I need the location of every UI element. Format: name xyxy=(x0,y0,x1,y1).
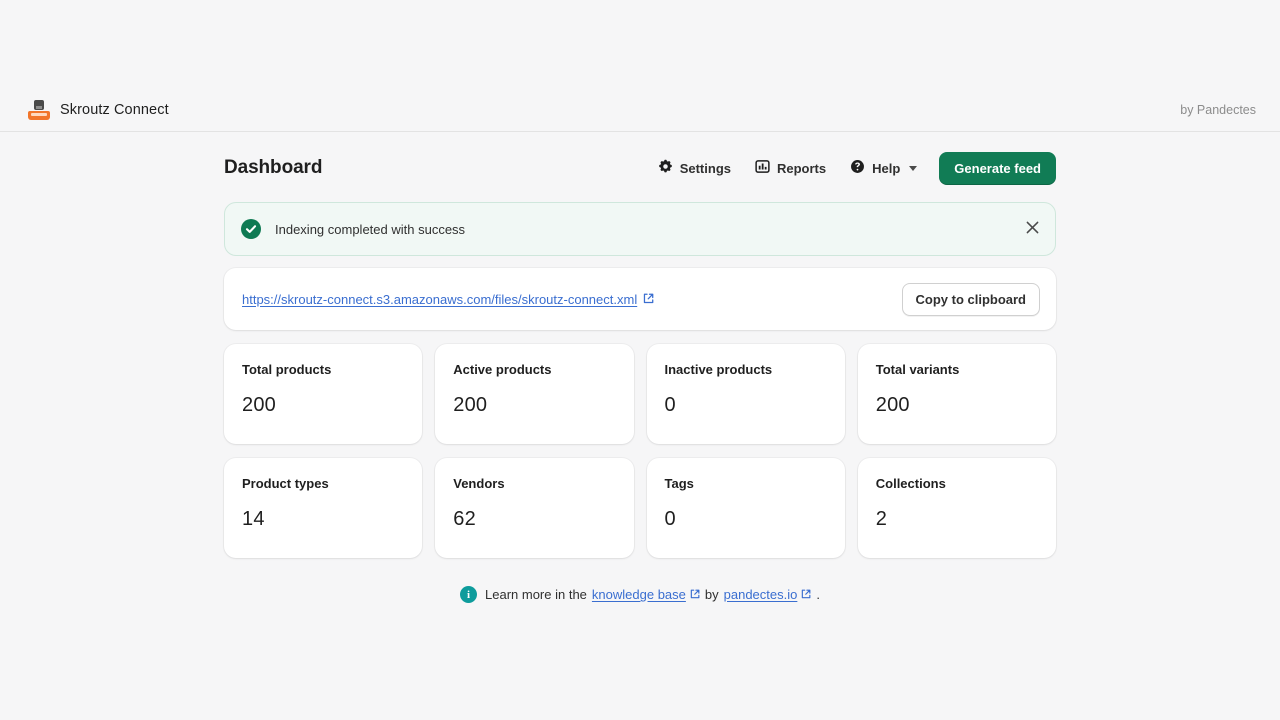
footer-text-before: Learn more in the xyxy=(485,587,587,602)
help-label: Help xyxy=(872,161,900,176)
stat-card-vendors: Vendors 62 xyxy=(435,458,633,558)
stat-value: 0 xyxy=(665,508,827,531)
stat-label: Tags xyxy=(665,476,827,491)
stat-card-total-products: Total products 200 xyxy=(224,344,422,444)
settings-label: Settings xyxy=(680,161,731,176)
stat-value: 200 xyxy=(242,394,404,417)
stat-label: Active products xyxy=(453,362,615,377)
footer-text-middle: by xyxy=(705,587,719,602)
page: Dashboard Settings xyxy=(0,132,1280,603)
close-icon xyxy=(1026,221,1039,237)
knowledge-base-link[interactable]: knowledge base xyxy=(592,587,700,602)
stat-card-tags: Tags 0 xyxy=(647,458,845,558)
check-circle-icon xyxy=(241,219,261,239)
reports-label: Reports xyxy=(777,161,826,176)
app-bar: Skroutz Connect by Pandectes xyxy=(0,88,1280,132)
stat-card-total-variants: Total variants 200 xyxy=(858,344,1056,444)
stat-label: Total products xyxy=(242,362,404,377)
stat-label: Vendors xyxy=(453,476,615,491)
stat-card-active-products: Active products 200 xyxy=(435,344,633,444)
feed-url-text: https://skroutz-connect.s3.amazonaws.com… xyxy=(242,292,637,307)
reports-button[interactable]: Reports xyxy=(747,153,834,183)
stats-grid-row-1: Total products 200 Active products 200 I… xyxy=(224,344,1056,444)
chart-bar-icon xyxy=(755,159,770,177)
stat-value: 200 xyxy=(453,394,615,417)
brand: Skroutz Connect xyxy=(28,99,169,121)
info-icon: i xyxy=(460,586,477,603)
stat-value: 2 xyxy=(876,508,1038,531)
stat-value: 14 xyxy=(242,508,404,531)
page-header: Dashboard Settings xyxy=(224,146,1056,190)
stat-card-product-types: Product types 14 xyxy=(224,458,422,558)
gear-icon xyxy=(658,159,673,177)
stat-label: Product types xyxy=(242,476,404,491)
external-link-icon xyxy=(643,292,654,307)
stat-card-collections: Collections 2 xyxy=(858,458,1056,558)
footer-text-after: . xyxy=(816,587,820,602)
copy-to-clipboard-button[interactable]: Copy to clipboard xyxy=(902,283,1041,316)
page-title: Dashboard xyxy=(224,157,322,179)
settings-button[interactable]: Settings xyxy=(650,153,739,183)
byline: by Pandectes xyxy=(1180,103,1256,117)
stat-card-inactive-products: Inactive products 0 xyxy=(647,344,845,444)
knowledge-base-label: knowledge base xyxy=(592,587,686,602)
stat-value: 0 xyxy=(665,394,827,417)
pandectes-io-link[interactable]: pandectes.io xyxy=(724,587,812,602)
stats-grid-row-2: Product types 14 Vendors 62 Tags 0 Colle… xyxy=(224,458,1056,558)
brand-name: Skroutz Connect xyxy=(60,102,169,118)
footer: i Learn more in the knowledge base by pa… xyxy=(224,586,1056,603)
generate-feed-button[interactable]: Generate feed xyxy=(939,152,1056,185)
skroutz-connect-logo-icon xyxy=(28,99,50,121)
stat-label: Collections xyxy=(876,476,1038,491)
header-actions: Settings Reports xyxy=(650,152,1056,185)
footer-text: Learn more in the knowledge base by pand… xyxy=(485,587,820,602)
stat-value: 62 xyxy=(453,508,615,531)
help-button[interactable]: Help xyxy=(842,153,925,183)
feed-url-card: https://skroutz-connect.s3.amazonaws.com… xyxy=(224,268,1056,330)
chevron-down-icon xyxy=(909,166,917,171)
banner-message: Indexing completed with success xyxy=(275,222,465,237)
stat-label: Total variants xyxy=(876,362,1038,377)
external-link-icon xyxy=(690,587,700,602)
stat-value: 200 xyxy=(876,394,1038,417)
stat-label: Inactive products xyxy=(665,362,827,377)
feed-url-link[interactable]: https://skroutz-connect.s3.amazonaws.com… xyxy=(242,292,654,307)
pandectes-io-label: pandectes.io xyxy=(724,587,798,602)
question-circle-icon xyxy=(850,159,865,177)
banner-close-button[interactable] xyxy=(1017,214,1047,244)
external-link-icon xyxy=(801,587,811,602)
success-banner: Indexing completed with success xyxy=(224,202,1056,256)
